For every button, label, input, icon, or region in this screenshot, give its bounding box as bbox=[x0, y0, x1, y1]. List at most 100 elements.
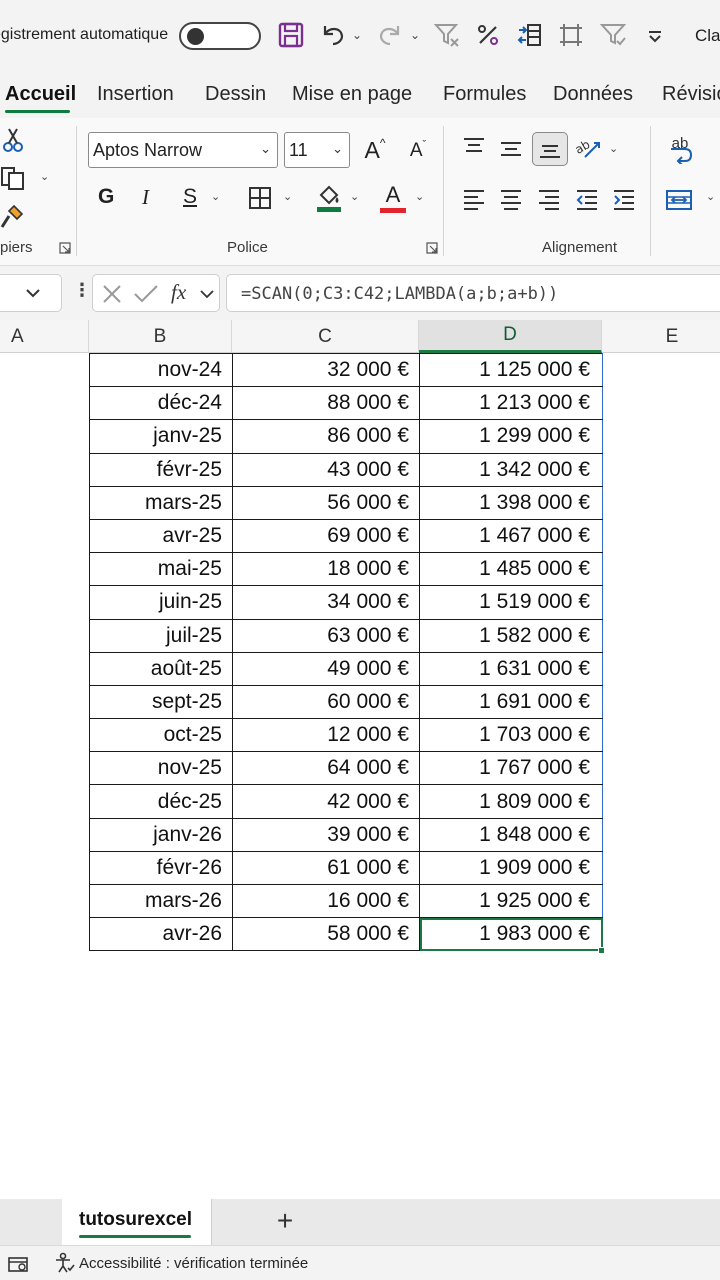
cell-month[interactable]: août-25 bbox=[89, 651, 233, 686]
font-color-icon[interactable]: A bbox=[378, 182, 408, 214]
cell-cumulative[interactable]: 1 848 000 € bbox=[419, 817, 603, 852]
cell-amount[interactable]: 39 000 € bbox=[232, 817, 420, 852]
insert-function-button[interactable]: fx bbox=[171, 280, 186, 305]
more-icon[interactable]: ⋮ bbox=[73, 280, 91, 301]
undo-dropdown-icon[interactable]: ⌄ bbox=[352, 28, 362, 42]
workbook-stats-icon[interactable] bbox=[7, 1253, 29, 1275]
shrink-font-icon[interactable]: Aˇ bbox=[403, 136, 433, 166]
account-name[interactable]: Cla bbox=[695, 26, 720, 46]
cell-amount[interactable]: 43 000 € bbox=[232, 452, 420, 487]
cell-month[interactable]: mars-26 bbox=[89, 883, 233, 919]
align-left-icon[interactable] bbox=[461, 186, 487, 212]
cell-amount[interactable]: 63 000 € bbox=[232, 618, 420, 653]
save-icon[interactable] bbox=[276, 20, 306, 50]
tab-formules[interactable]: Formules bbox=[443, 83, 526, 106]
add-sheet-button[interactable]: + bbox=[270, 1207, 300, 1237]
cell-cumulative[interactable]: 1 342 000 € bbox=[419, 452, 603, 487]
cell-cumulative[interactable]: 1 983 000 € bbox=[419, 917, 603, 952]
cell-month[interactable]: mai-25 bbox=[89, 552, 233, 587]
cell-cumulative[interactable]: 1 467 000 € bbox=[419, 518, 603, 554]
format-painter-icon[interactable] bbox=[0, 202, 26, 230]
cell-month[interactable]: nov-25 bbox=[89, 751, 233, 786]
tab-revision[interactable]: Révisio bbox=[662, 83, 720, 106]
italic-button[interactable]: I bbox=[142, 185, 149, 210]
worksheet-grid[interactable]: nov-24 32 000 €1 125 000 € déc-24 88 000 €1… bbox=[0, 352, 720, 1199]
fill-handle[interactable] bbox=[598, 947, 605, 954]
redo-icon[interactable] bbox=[375, 20, 405, 50]
cell-month[interactable]: avr-26 bbox=[89, 917, 233, 952]
copy-dropdown-icon[interactable]: ⌄ bbox=[40, 170, 49, 183]
cell-amount[interactable]: 32 000 € bbox=[232, 352, 420, 388]
orientation-dropdown-icon[interactable]: ⌄ bbox=[609, 142, 618, 155]
cell-cumulative[interactable]: 1 299 000 € bbox=[419, 419, 603, 454]
merge-dropdown-icon[interactable]: ⌄ bbox=[706, 190, 715, 203]
bold-button[interactable]: G bbox=[98, 185, 114, 209]
cell-amount[interactable]: 12 000 € bbox=[232, 718, 420, 753]
tab-dessin[interactable]: Dessin bbox=[205, 83, 266, 106]
align-right-icon[interactable] bbox=[536, 186, 562, 212]
chevron-down-icon[interactable] bbox=[199, 285, 215, 303]
align-center-icon[interactable] bbox=[498, 186, 524, 212]
redo-dropdown-icon[interactable]: ⌄ bbox=[410, 28, 420, 42]
font-name-select[interactable]: Aptos Narrow ⌄ bbox=[88, 132, 278, 168]
wrap-text-icon[interactable]: ab bbox=[665, 132, 695, 166]
font-color-dropdown-icon[interactable]: ⌄ bbox=[415, 190, 424, 203]
cell-cumulative[interactable]: 1 582 000 € bbox=[419, 618, 603, 653]
cell-amount[interactable]: 34 000 € bbox=[232, 585, 420, 620]
borders-dropdown-icon[interactable]: ⌄ bbox=[283, 190, 292, 203]
font-launcher-icon[interactable] bbox=[426, 242, 438, 254]
cell-month[interactable]: juin-25 bbox=[89, 585, 233, 620]
data-tool-icon[interactable] bbox=[515, 20, 545, 50]
undo-icon[interactable] bbox=[318, 20, 348, 50]
cell-cumulative[interactable]: 1 909 000 € bbox=[419, 850, 603, 886]
cell-amount[interactable]: 64 000 € bbox=[232, 751, 420, 786]
cell-amount[interactable]: 69 000 € bbox=[232, 518, 420, 554]
cell-month[interactable]: nov-24 bbox=[89, 352, 233, 388]
orientation-icon[interactable]: ab bbox=[574, 134, 604, 162]
cell-month[interactable]: déc-25 bbox=[89, 784, 233, 819]
cell-month[interactable]: déc-24 bbox=[89, 386, 233, 421]
autosave-toggle[interactable] bbox=[179, 22, 261, 50]
cell-amount[interactable]: 86 000 € bbox=[232, 419, 420, 454]
column-header-b[interactable]: B bbox=[89, 320, 232, 353]
column-header-d[interactable]: D bbox=[419, 320, 602, 353]
name-box[interactable] bbox=[0, 274, 62, 312]
copy-icon[interactable] bbox=[0, 164, 28, 192]
cell-cumulative[interactable]: 1 519 000 € bbox=[419, 585, 603, 620]
cell-month[interactable]: févr-26 bbox=[89, 850, 233, 886]
formula-input[interactable]: =SCAN(0;C3:C42;LAMBDA(a;b;a+b)) bbox=[226, 274, 720, 312]
cell-cumulative[interactable]: 1 703 000 € bbox=[419, 718, 603, 753]
cell-month[interactable]: févr-25 bbox=[89, 452, 233, 487]
cell-cumulative[interactable]: 1 925 000 € bbox=[419, 883, 603, 919]
cell-cumulative[interactable]: 1 125 000 € bbox=[419, 352, 603, 388]
decrease-indent-icon[interactable] bbox=[574, 186, 600, 212]
increase-indent-icon[interactable] bbox=[611, 186, 637, 212]
clipboard-launcher-icon[interactable] bbox=[59, 242, 71, 254]
grow-font-icon[interactable]: A ^ bbox=[360, 134, 390, 166]
cell-amount[interactable]: 16 000 € bbox=[232, 883, 420, 919]
tab-accueil[interactable]: Accueil bbox=[5, 83, 76, 106]
cell-cumulative[interactable]: 1 631 000 € bbox=[419, 651, 603, 686]
cell-cumulative[interactable]: 1 213 000 € bbox=[419, 386, 603, 421]
cell-cumulative[interactable]: 1 809 000 € bbox=[419, 784, 603, 819]
cell-amount[interactable]: 60 000 € bbox=[232, 684, 420, 720]
cell-month[interactable]: sept-25 bbox=[89, 684, 233, 720]
filter-icon[interactable] bbox=[598, 20, 628, 50]
cell-cumulative[interactable]: 1 485 000 € bbox=[419, 552, 603, 587]
cell-cumulative[interactable]: 1 398 000 € bbox=[419, 485, 603, 520]
accessibility-icon[interactable] bbox=[54, 1252, 76, 1274]
cell-amount[interactable]: 18 000 € bbox=[232, 552, 420, 587]
column-header-e[interactable]: E bbox=[602, 320, 720, 353]
underline-dropdown-icon[interactable]: ⌄ bbox=[211, 190, 220, 203]
fill-color-icon[interactable] bbox=[314, 182, 344, 214]
percent-icon[interactable] bbox=[473, 20, 503, 50]
merge-center-icon[interactable] bbox=[664, 186, 694, 214]
cut-icon[interactable] bbox=[0, 126, 26, 154]
cell-amount[interactable]: 56 000 € bbox=[232, 485, 420, 520]
align-bottom-icon[interactable] bbox=[532, 132, 568, 166]
align-top-icon[interactable] bbox=[461, 134, 487, 160]
tab-donnees[interactable]: Données bbox=[553, 83, 633, 106]
fill-color-dropdown-icon[interactable]: ⌄ bbox=[350, 190, 359, 203]
cell-amount[interactable]: 88 000 € bbox=[232, 386, 420, 421]
cell-amount[interactable]: 42 000 € bbox=[232, 784, 420, 819]
